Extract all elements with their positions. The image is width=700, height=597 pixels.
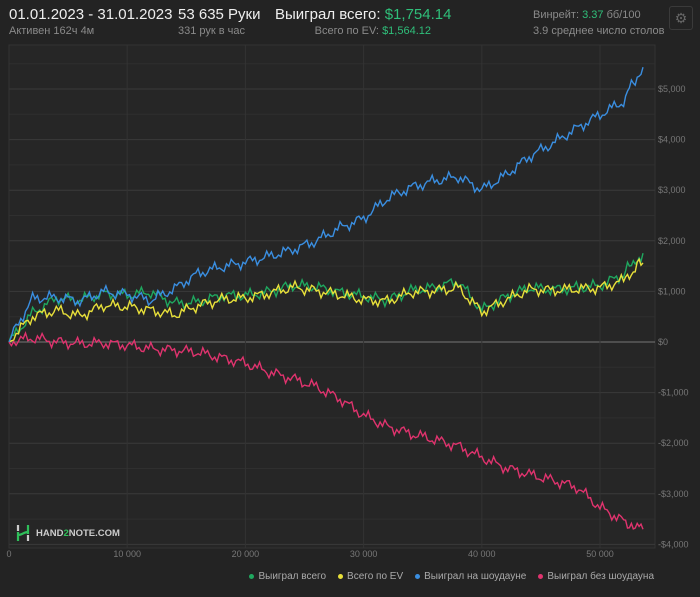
x-tick-label: 0 xyxy=(6,549,11,559)
legend-dot-icon xyxy=(415,573,421,579)
y-tick-label: $5,000 xyxy=(658,84,686,94)
y-tick-label: $0 xyxy=(658,337,668,347)
legend-dot-icon xyxy=(249,573,255,579)
hand2note-logo-icon xyxy=(16,525,30,541)
x-tick-label: 40 000 xyxy=(468,549,496,559)
legend-dot-icon xyxy=(538,573,544,579)
y-tick-label: $1,000 xyxy=(658,286,686,296)
legend: Выиграл всего Всего по EV Выиграл на шоуда… xyxy=(249,571,654,582)
legend-dot-icon xyxy=(338,573,344,579)
legend-item[interactable]: Выиграл на шоудауне xyxy=(415,571,526,582)
legend-label: Всего по EV xyxy=(347,571,404,582)
x-tick-label: 50 000 xyxy=(586,549,614,559)
logo-text: HAND2NOTE.COM xyxy=(36,527,120,539)
y-tick-label: -$3,000 xyxy=(658,489,689,499)
legend-item[interactable]: Выиграл всего xyxy=(249,571,326,582)
plot-area xyxy=(8,44,656,549)
legend-label: Выиграл на шоудауне xyxy=(424,571,527,582)
x-tick-label: 30 000 xyxy=(350,549,378,559)
hand2note-logo: HAND2NOTE.COM xyxy=(16,524,120,542)
x-tick-label: 20 000 xyxy=(232,549,260,559)
y-tick-label: $2,000 xyxy=(658,236,686,246)
legend-item[interactable]: Выиграл без шоудауна xyxy=(538,571,654,582)
y-tick-label: $3,000 xyxy=(658,185,686,195)
legend-item[interactable]: Всего по EV xyxy=(338,571,403,582)
y-tick-label: -$2,000 xyxy=(658,438,689,448)
x-tick-label: 10 000 xyxy=(113,549,141,559)
results-chart: 0 10 000 20 000 30 000 40 000 50 000 $5,000 $4,… xyxy=(6,44,689,559)
y-tick-label: -$1,000 xyxy=(658,388,689,398)
y-tick-label: $4,000 xyxy=(658,135,686,145)
legend-label: Выиграл всего xyxy=(258,571,327,582)
legend-label: Выиграл без шоудауна xyxy=(547,571,654,582)
y-tick-label: -$4,000 xyxy=(658,539,689,549)
